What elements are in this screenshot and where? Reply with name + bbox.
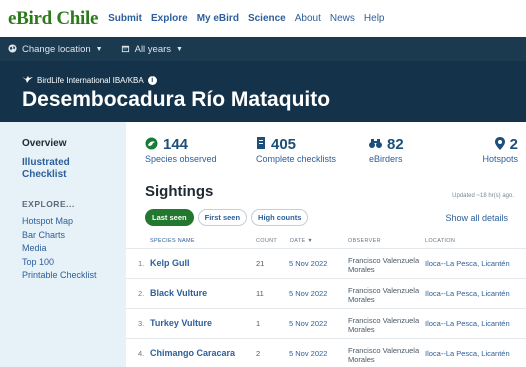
date-link[interactable]: 5 Nov 2022: [289, 349, 327, 358]
sightings-filter-tabs: Last seen First seen High counts: [145, 209, 312, 226]
stat-checklists-label: Complete checklists: [256, 154, 337, 164]
stat-checklists[interactable]: 405 Complete checklists: [256, 136, 336, 164]
header-species[interactable]: SPECIES NAME: [150, 238, 195, 244]
species-link[interactable]: Kelp Gull: [150, 258, 190, 268]
stat-ebirders[interactable]: 82 eBirders: [369, 136, 404, 164]
row-number: 1.: [138, 259, 145, 268]
sidebar-item-illustrated-checklist[interactable]: Illustrated Checklist: [22, 157, 102, 181]
sidebar-item-bar-charts[interactable]: Bar Charts: [22, 229, 126, 243]
caret-down-icon: ▼: [95, 45, 103, 53]
filter-high-counts[interactable]: High counts: [251, 209, 309, 226]
bird-icon: [22, 75, 33, 86]
nav-submit[interactable]: Submit: [108, 13, 142, 24]
table-row: 4. Chimango Caracara 2 5 Nov 2022 Franci…: [126, 338, 526, 367]
species-link[interactable]: Black Vulture: [150, 288, 207, 298]
nav-help[interactable]: Help: [364, 13, 385, 24]
caret-down-icon: ▼: [176, 45, 183, 53]
iba-kba-text: BirdLife International IBA/KBA: [37, 76, 144, 85]
change-location-label: Change location: [22, 43, 91, 55]
stat-hotspots[interactable]: 2 Hotspots: [470, 136, 518, 164]
show-all-details-link[interactable]: Show all details: [445, 213, 508, 223]
stat-ebirders-label: eBirders: [369, 154, 403, 164]
table-row: 1. Kelp Gull 21 5 Nov 2022 Francisco Val…: [126, 248, 526, 277]
date-link[interactable]: 5 Nov 2022: [289, 289, 327, 298]
row-number: 4.: [138, 349, 145, 358]
updated-text: Updated ~18 hr(s) ago.: [452, 193, 514, 199]
row-number: 2.: [138, 289, 145, 298]
stat-species-label: Species observed: [145, 154, 217, 164]
nav-science[interactable]: Science: [248, 13, 286, 24]
globe-icon: [8, 43, 17, 55]
date-link[interactable]: 5 Nov 2022: [289, 259, 327, 268]
info-icon[interactable]: i: [147, 76, 157, 85]
nav-explore[interactable]: Explore: [151, 13, 188, 24]
calendar-icon: [121, 44, 130, 55]
stat-species-value: 144: [163, 136, 189, 153]
count-value: 11: [256, 289, 264, 298]
years-dropdown[interactable]: All years ▼: [121, 44, 183, 55]
header-location[interactable]: LOCATION: [425, 238, 455, 244]
row-number: 3.: [138, 319, 145, 328]
sidebar-item-media[interactable]: Media: [22, 242, 126, 256]
stats-panel: 144 Species observed 405 Complete checkl…: [126, 122, 526, 172]
nav-my-ebird[interactable]: My eBird: [197, 13, 239, 24]
stat-hotspots-value: 2: [509, 136, 518, 153]
stat-species[interactable]: 144 Species observed: [145, 136, 217, 164]
location-bar: Change location ▼ All years ▼: [0, 37, 526, 61]
count-value: 1: [256, 319, 261, 328]
sidebar: Overview Illustrated Checklist EXPLORE..…: [0, 122, 126, 367]
sidebar-explore-heading: EXPLORE...: [22, 199, 75, 209]
count-value: 21: [256, 259, 265, 268]
brand-ebird: eBird: [8, 7, 52, 29]
map-pin-icon: [494, 136, 505, 153]
count-value: 2: [256, 349, 261, 358]
observer-name: Francisco Valenzuela Morales: [348, 256, 420, 274]
table-row: 3. Turkey Vulture 1 5 Nov 2022 Francisco…: [126, 308, 526, 337]
location-link[interactable]: Iloca--La Pesca, Licantén: [425, 319, 510, 328]
brand-chile: Chile: [56, 7, 99, 29]
change-location-dropdown[interactable]: Change location ▼: [8, 44, 103, 55]
stat-hotspots-label: Hotspots: [482, 154, 518, 164]
stat-checklists-value: 405: [271, 136, 297, 153]
header-observer[interactable]: OBSERVER: [348, 238, 381, 244]
location-link[interactable]: Iloca--La Pesca, Licantén: [425, 259, 510, 268]
top-nav: eBird Chile Submit Explore My eBird Scie…: [0, 0, 526, 37]
binoculars-icon: [369, 138, 382, 152]
observer-name: Francisco Valenzuela Morales: [348, 286, 420, 304]
species-link[interactable]: Chimango Caracara: [150, 348, 235, 358]
ebird-chile-logo[interactable]: eBird Chile: [8, 8, 98, 30]
filter-first-seen[interactable]: First seen: [197, 209, 248, 226]
location-link[interactable]: Iloca--La Pesca, Licantén: [425, 349, 510, 358]
header-date[interactable]: DATE ▼: [290, 238, 313, 244]
checklist-icon: [256, 137, 266, 152]
sidebar-item-printable-checklist[interactable]: Printable Checklist: [22, 269, 126, 283]
nav-about[interactable]: About: [295, 13, 321, 24]
header-count[interactable]: COUNT: [256, 238, 277, 244]
hotspot-header: BirdLife International IBA/KBA i Desembo…: [0, 61, 526, 122]
filter-last-seen[interactable]: Last seen: [145, 209, 194, 226]
sightings-heading: Sightings: [145, 183, 214, 200]
stat-ebirders-value: 82: [387, 136, 404, 153]
observer-name: Francisco Valenzuela Morales: [348, 316, 420, 334]
sidebar-item-top-100[interactable]: Top 100: [22, 256, 126, 270]
location-link[interactable]: Iloca--La Pesca, Licantén: [425, 289, 510, 298]
years-label: All years: [134, 43, 172, 55]
sidebar-item-overview[interactable]: Overview: [22, 138, 126, 149]
sidebar-item-hotspot-map[interactable]: Hotspot Map: [22, 215, 126, 229]
observer-name: Francisco Valenzuela Morales: [348, 346, 420, 364]
date-link[interactable]: 5 Nov 2022: [289, 319, 327, 328]
nav-news[interactable]: News: [330, 13, 355, 24]
species-link[interactable]: Turkey Vulture: [150, 318, 212, 328]
species-icon: [145, 137, 158, 153]
iba-kba-label: BirdLife International IBA/KBA i: [22, 75, 157, 86]
page-title: Desembocadura Río Mataquito: [22, 88, 331, 111]
table-row: 2. Black Vulture 11 5 Nov 2022 Francisco…: [126, 278, 526, 307]
